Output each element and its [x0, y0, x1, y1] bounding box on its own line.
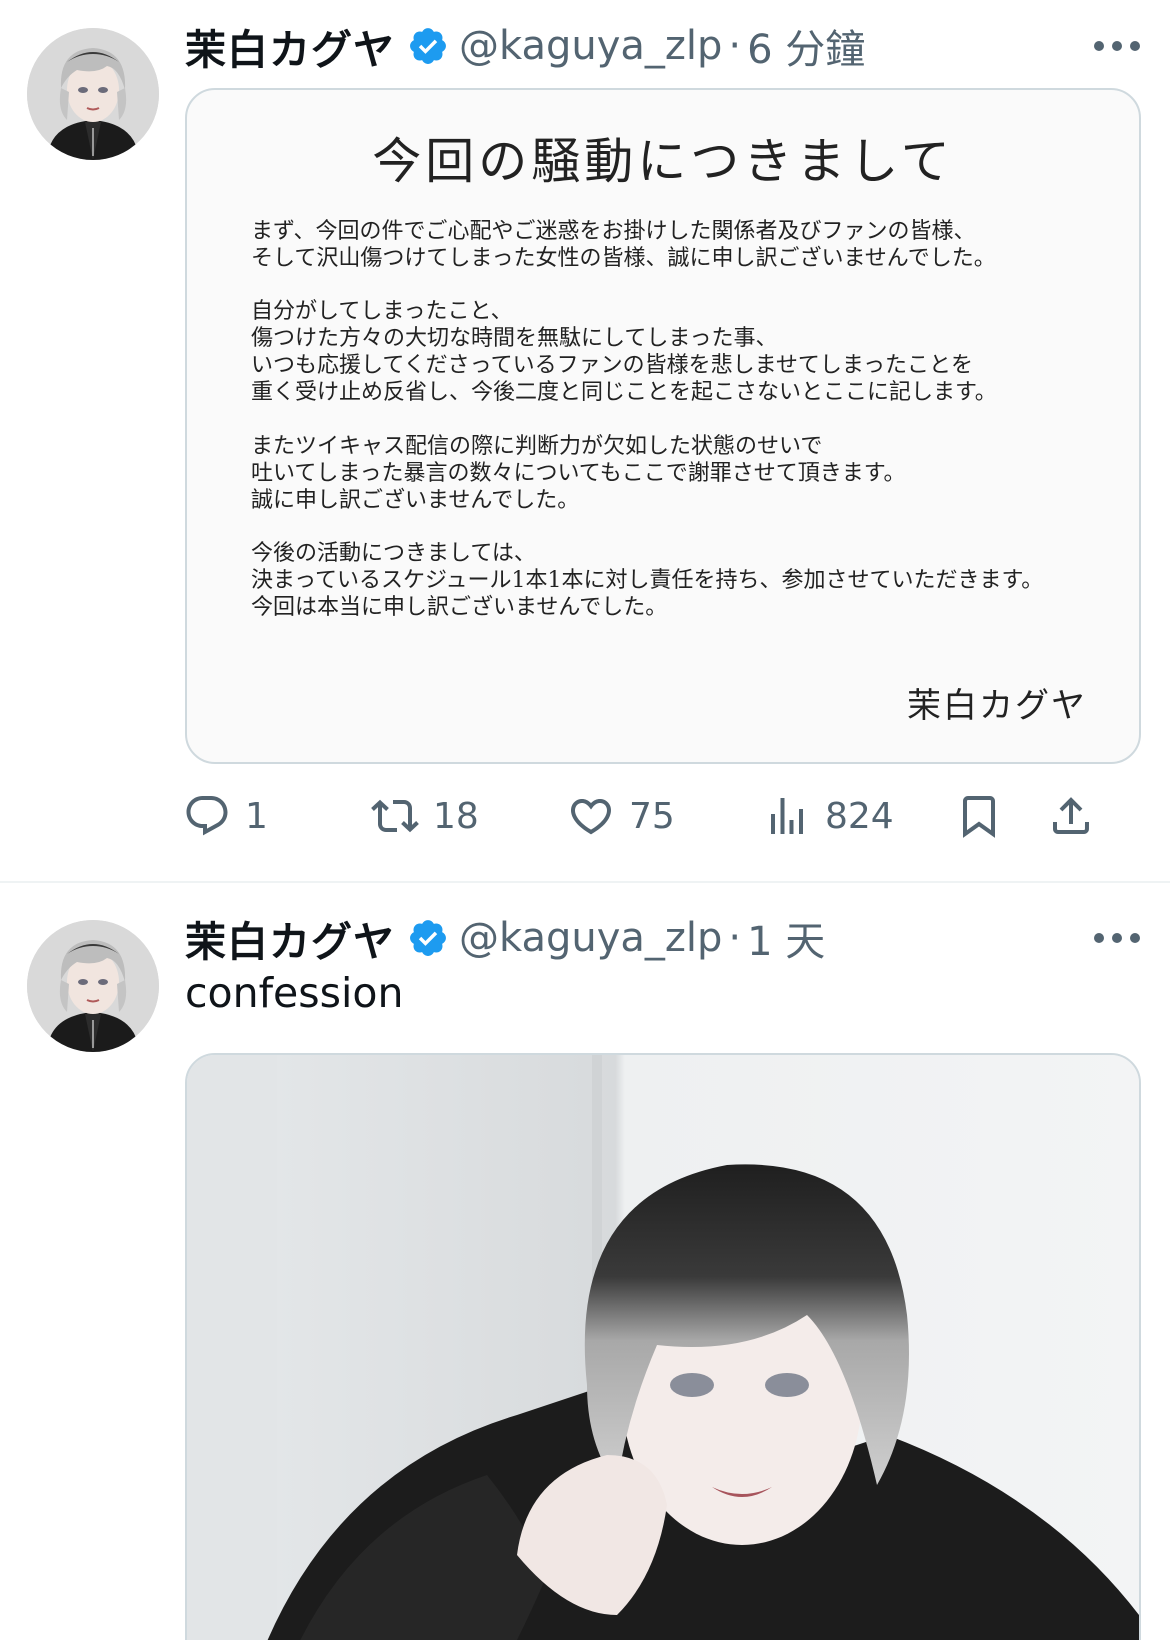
photo-illustration: [187, 1055, 1139, 1640]
retweet-button[interactable]: 18: [371, 786, 479, 846]
more-options-icon[interactable]: [1094, 930, 1140, 946]
reply-button[interactable]: 1: [183, 786, 268, 846]
bookmark-button[interactable]: [955, 786, 1003, 846]
notice-paragraph: またツイキャス配信の際に判断力が欠如した状態のせいで 吐いてしまった暴言の数々に…: [251, 434, 906, 513]
notice-paragraph: 今後の活動につきましては、 決まっているスケジュール1本1本に対し責任を持ち、参…: [251, 541, 1044, 620]
tweet-header: 茉白カグヤ @kaguya_zlp · 6 分鐘: [185, 18, 865, 74]
timestamp[interactable]: 1 天: [747, 909, 825, 967]
views-icon: [771, 798, 803, 834]
author-name[interactable]: 茉白カグヤ: [185, 16, 395, 76]
heart-icon: [570, 799, 612, 835]
author-handle[interactable]: @kaguya_zlp: [459, 23, 722, 69]
author-handle[interactable]: @kaguya_zlp: [459, 915, 722, 961]
notice-title: 今回の騒動につきまして: [372, 133, 954, 190]
tweet-header: 茉白カグヤ @kaguya_zlp · 1 天: [185, 910, 825, 966]
notice-paragraph: まず、今回の件でご心配やご迷惑をお掛けした関係者及びファンの皆様、 そして沢山傷…: [251, 219, 996, 271]
avatar[interactable]: [27, 920, 159, 1052]
verified-badge-icon: [410, 28, 446, 64]
retweet-icon: [371, 799, 419, 833]
tweet-text: confession: [185, 969, 404, 1017]
share-button[interactable]: [1047, 786, 1095, 846]
retweet-count: 18: [433, 795, 479, 837]
tweet-actions: 1 18 75 824: [183, 786, 1143, 846]
separator: ·: [728, 915, 742, 961]
tweet-2[interactable]: 茉白カグヤ @kaguya_zlp · 1 天 confession: [0, 883, 1170, 1640]
notice-signature: 茉白カグヤ: [907, 686, 1087, 726]
reply-icon: [186, 796, 228, 836]
like-button[interactable]: 75: [567, 786, 675, 846]
bookmark-icon: [963, 796, 995, 838]
share-icon: [1053, 797, 1089, 834]
timestamp[interactable]: 6 分鐘: [747, 17, 865, 75]
reply-count: 1: [245, 795, 268, 837]
avatar[interactable]: [27, 28, 159, 160]
views-count: 824: [825, 795, 894, 837]
like-count: 75: [629, 795, 675, 837]
tweet-1[interactable]: 茉白カグヤ @kaguya_zlp · 6 分鐘 今回の騒動につきまして まず、…: [0, 0, 1170, 881]
views-button[interactable]: 824: [763, 786, 894, 846]
notice-paragraph: 自分がしてしまったこと、 傷つけた方々の大切な時間を無駄にしてしまった事、 いつ…: [251, 299, 997, 405]
verified-badge-icon: [410, 920, 446, 956]
more-options-icon[interactable]: [1094, 38, 1140, 54]
separator: ·: [728, 23, 742, 69]
attached-image[interactable]: 今回の騒動につきまして まず、今回の件でご心配やご迷惑をお掛けした関係者及びファ…: [185, 88, 1141, 764]
author-name[interactable]: 茉白カグヤ: [185, 908, 395, 968]
attached-photo[interactable]: [185, 1053, 1141, 1640]
